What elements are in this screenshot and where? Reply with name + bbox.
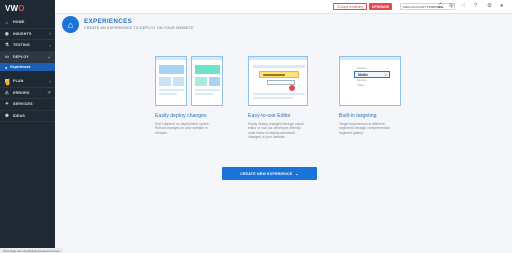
feature-title: Built-in targeting: [339, 113, 377, 119]
feature-description: Target experiences to different segments…: [339, 122, 390, 135]
sidebar-item-label: HOME: [13, 20, 25, 25]
sidebar-item-home[interactable]: ⌂ HOME: [0, 17, 55, 29]
sidebar-item-testing[interactable]: ⚗ TESTING ›: [0, 40, 55, 52]
after-screenshot: [191, 56, 223, 106]
editor-illustration: [248, 56, 308, 106]
testing-icon: ⚗: [4, 42, 10, 48]
feature-desc-line: minutes.: [155, 130, 168, 135]
chevron-down-icon: ⌄: [295, 171, 299, 176]
sidebar-item-label: PLAN: [13, 79, 24, 84]
page-title: EXPERIENCES: [84, 18, 133, 25]
user-icon[interactable]: ●: [500, 3, 503, 10]
targeting-illustration: Desktop Mobile ✓ Desktop Tablet: [339, 56, 401, 106]
sidebar-item-label: INSIGHTS: [13, 31, 32, 36]
feature-desc-line: changes to your website.: [248, 135, 286, 140]
sidebar-item-label: ERRORS: [13, 90, 30, 95]
sidebar-item-ideas[interactable]: ✺ IDEAS: [0, 111, 55, 122]
feature-description: Don't depend on deployment cycles. Rollo…: [155, 122, 210, 135]
feature-desc-line: segment gallery.: [339, 130, 364, 135]
chevron-right-icon: ›: [49, 31, 51, 37]
sidebar-item-label: IDEAS: [13, 113, 25, 118]
upgrade-label: UPGRADE: [372, 4, 389, 9]
chevron-down-icon: ⌄: [47, 53, 51, 59]
sidebar-item-label: SERVICES: [13, 102, 33, 107]
deploy-icon: ▭: [4, 53, 10, 59]
create-button-label: CREATE NEW EXPERIENCE: [240, 171, 293, 176]
experiences-page-icon: ⌂: [62, 16, 79, 33]
upgrade-button[interactable]: UPGRADE: [369, 3, 392, 10]
feature-title: Easy-to-use Editor: [248, 113, 291, 119]
targeting-option: Tablet: [357, 84, 364, 87]
help-icon[interactable]: ?: [474, 3, 477, 10]
insights-icon: ◉: [4, 30, 10, 36]
account-label: MAIN ACCOUNT #7000079: [403, 4, 441, 9]
chevron-right-icon: ›: [49, 42, 51, 48]
logo-text: VWO: [5, 4, 25, 13]
sidebar-item-label: TESTING: [13, 43, 30, 48]
browser-status-bar: https://app.vwo.com/#/deploy/experience/…: [0, 248, 63, 253]
check-icon: ✓: [384, 73, 387, 77]
vwo-logo[interactable]: VWO: [0, 0, 55, 17]
feature-description: Easily deploy changes through visual edi…: [248, 122, 304, 140]
external-link-icon: ↗: [47, 89, 51, 95]
sidebar-item-services[interactable]: ✦ SERVICES: [0, 99, 55, 111]
sidebar-item-errors[interactable]: ⚠ ERRORS ↗: [0, 88, 55, 99]
apps-icon[interactable]: ⁙: [461, 3, 466, 10]
sidebar-item-deploy[interactable]: ▭ DEPLOY ⌄: [0, 51, 55, 63]
sidebar: VWO ⌂ HOME ◉ INSIGHTS › ⚗ TESTING › ▭ DE…: [0, 0, 55, 253]
sidebar-subitem-label: Experiences: [10, 65, 31, 69]
services-icon: ✦: [5, 101, 9, 107]
top-header: 23 days remaining UPGRADE MAIN ACCOUNT #…: [55, 0, 512, 14]
page-subtitle: CREATE AN EXPERIENCE TO DEPLOY ON YOUR W…: [84, 26, 194, 30]
create-new-experience-button[interactable]: CREATE NEW EXPERIENCE ⌄: [222, 167, 317, 180]
ideas-icon: ✺: [5, 112, 9, 118]
mouse-cursor-icon: ☝: [4, 80, 12, 86]
bell-icon[interactable]: 🔔︎: [437, 3, 444, 10]
feature-title: Easily deploy changes: [155, 113, 207, 119]
targeting-option-selected: Mobile ✓: [354, 71, 390, 78]
settings-icon[interactable]: ⚙: [487, 3, 492, 10]
sidebar-item-insights[interactable]: ◉ INSIGHTS ›: [0, 29, 55, 40]
gift-icon[interactable]: ✉: [449, 3, 454, 10]
sidebar-nav: ⌂ HOME ◉ INSIGHTS › ⚗ TESTING › ▭ DEPLOY…: [0, 17, 55, 122]
before-screenshot: [155, 56, 187, 106]
sidebar-item-label: DEPLOY: [13, 54, 29, 59]
errors-icon: ⚠: [4, 89, 10, 95]
home-icon: ⌂: [5, 19, 9, 25]
account-selector[interactable]: MAIN ACCOUNT #7000079 ▾: [400, 3, 455, 10]
experiences-icon: ●: [5, 64, 8, 70]
targeting-option-label: Mobile: [358, 73, 369, 77]
chevron-right-icon: ›: [49, 78, 51, 84]
sidebar-subitem-experiences[interactable]: ● Experiences: [0, 63, 55, 71]
trial-text: 23 days remaining: [337, 4, 364, 9]
status-url: https://app.vwo.com/#/deploy/experience/…: [3, 248, 60, 253]
trial-remaining-badge[interactable]: 23 days remaining: [333, 3, 368, 10]
